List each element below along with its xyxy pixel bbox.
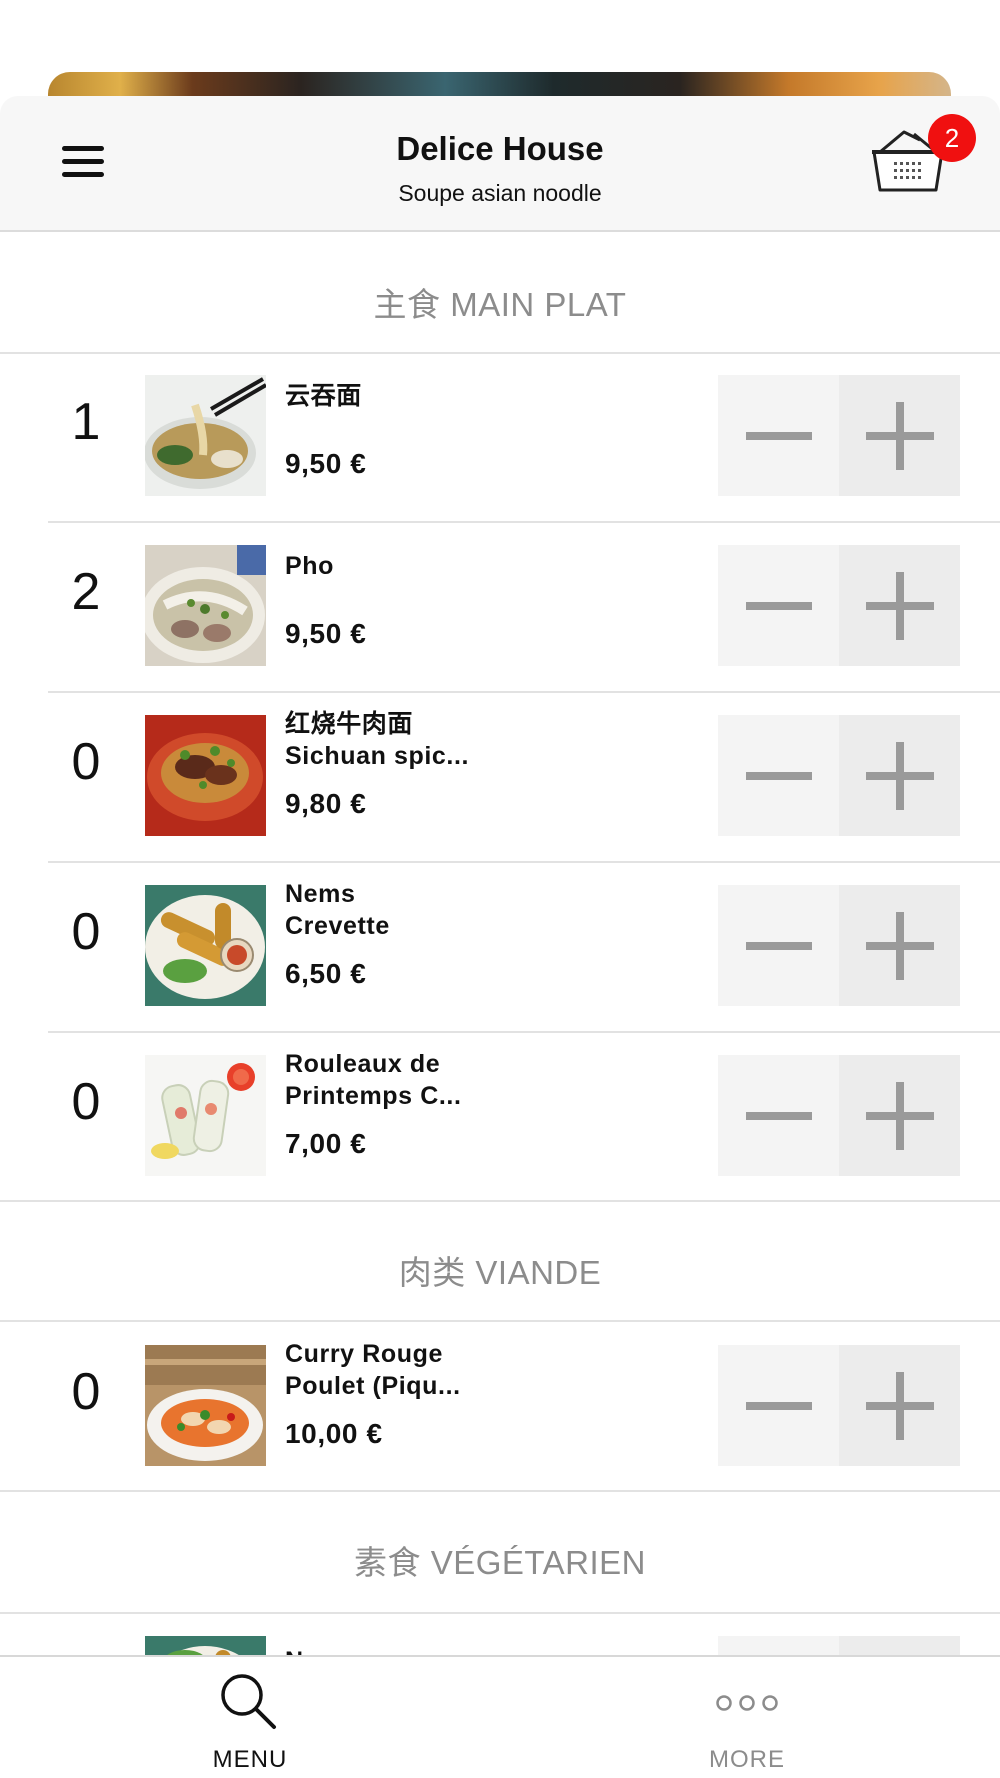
quantity-stepper <box>718 1055 960 1176</box>
decrease-button[interactable] <box>718 1055 839 1176</box>
plus-icon <box>866 402 934 470</box>
item-name: Curry Rouge Poulet (Piqu... <box>285 1340 461 1400</box>
decrease-button[interactable] <box>718 885 839 1006</box>
item-price: 9,50 € <box>285 448 367 479</box>
item-quantity: 0 <box>71 903 101 961</box>
dish-photo <box>145 375 266 496</box>
item-quantity: 0 <box>71 1073 101 1131</box>
section-title-viande: 肉类 VIANDE <box>398 1254 602 1291</box>
dish-photo <box>145 1055 266 1176</box>
plus-icon <box>866 572 934 640</box>
item-name: 红烧牛肉面 Sichuan spic... <box>285 710 470 770</box>
divider <box>0 1200 1000 1202</box>
plus-icon <box>866 1372 934 1440</box>
menu-item[interactable]: 0 Nems Crevette 6,50 € <box>0 862 1000 1030</box>
minus-icon <box>746 1402 812 1410</box>
item-price: 10,00 € <box>285 1418 383 1449</box>
tab-more[interactable]: MORE <box>597 1657 897 1778</box>
decrease-button[interactable] <box>718 375 839 496</box>
section-title-main-plat: 主食 MAIN PLAT <box>373 286 627 323</box>
decrease-button[interactable] <box>718 545 839 666</box>
quantity-stepper <box>718 715 960 836</box>
item-price: 9,50 € <box>285 618 367 649</box>
item-quantity: 2 <box>71 563 101 621</box>
item-quantity: 1 <box>71 393 101 451</box>
header: Delice House Soupe asian noodle <box>0 96 1000 232</box>
item-price: 9,80 € <box>285 788 367 819</box>
item-quantity: 0 <box>71 1363 101 1421</box>
decrease-button[interactable] <box>718 1345 839 1466</box>
menu-item[interactable]: 1 云吞面 9,50 € <box>0 352 1000 520</box>
item-name: Nems Crevette <box>285 880 390 940</box>
quantity-stepper <box>718 1345 960 1466</box>
item-quantity: 0 <box>71 733 101 791</box>
tab-menu-label: MENU <box>212 1746 288 1773</box>
decrease-button[interactable] <box>718 715 839 836</box>
quantity-stepper <box>718 545 960 666</box>
item-name: 云吞面 <box>285 382 362 410</box>
minus-icon <box>746 942 812 950</box>
menu-item[interactable]: 0 红烧牛肉面 Sichuan spic... 9,80 € <box>0 692 1000 860</box>
search-icon <box>218 1671 280 1738</box>
item-name: Pho <box>285 552 335 580</box>
menu-item[interactable]: 0 Rouleaux de Printemps C... 7,00 € <box>0 1032 1000 1200</box>
dish-photo <box>145 715 266 836</box>
dish-photo <box>145 885 266 1006</box>
store-title: Delice House <box>396 130 604 167</box>
plus-icon <box>866 742 934 810</box>
divider <box>0 1490 1000 1492</box>
increase-button[interactable] <box>839 715 960 836</box>
tab-menu[interactable]: MENU <box>100 1657 400 1778</box>
minus-icon <box>746 432 812 440</box>
more-dots-icon <box>715 1693 779 1718</box>
increase-button[interactable] <box>839 545 960 666</box>
minus-icon <box>746 602 812 610</box>
dish-photo <box>145 545 266 666</box>
quantity-stepper <box>718 375 960 496</box>
item-price: 6,50 € <box>285 958 367 989</box>
item-price: 7,00 € <box>285 1128 367 1159</box>
section-title-vegetarien: 素食 VÉGÉTARIEN <box>354 1544 646 1581</box>
tab-bar: MENU MORE <box>0 1655 1000 1778</box>
cart-count-badge: 2 <box>928 114 976 162</box>
menu-item[interactable]: 0 Curry Rouge Poulet (Piqu... 10,00 € <box>0 1322 1000 1490</box>
item-name: Rouleaux de Printemps C... <box>285 1050 462 1110</box>
plus-icon <box>866 1082 934 1150</box>
minus-icon <box>746 772 812 780</box>
menu-item[interactable]: 2 Pho 9,50 € <box>0 522 1000 690</box>
increase-button[interactable] <box>839 1055 960 1176</box>
quantity-stepper <box>718 885 960 1006</box>
plus-icon <box>866 912 934 980</box>
increase-button[interactable] <box>839 885 960 1006</box>
increase-button[interactable] <box>839 1345 960 1466</box>
tab-more-label: MORE <box>709 1746 785 1773</box>
increase-button[interactable] <box>839 375 960 496</box>
store-subtitle: Soupe asian noodle <box>398 180 602 206</box>
dish-photo <box>145 1345 266 1466</box>
minus-icon <box>746 1112 812 1120</box>
